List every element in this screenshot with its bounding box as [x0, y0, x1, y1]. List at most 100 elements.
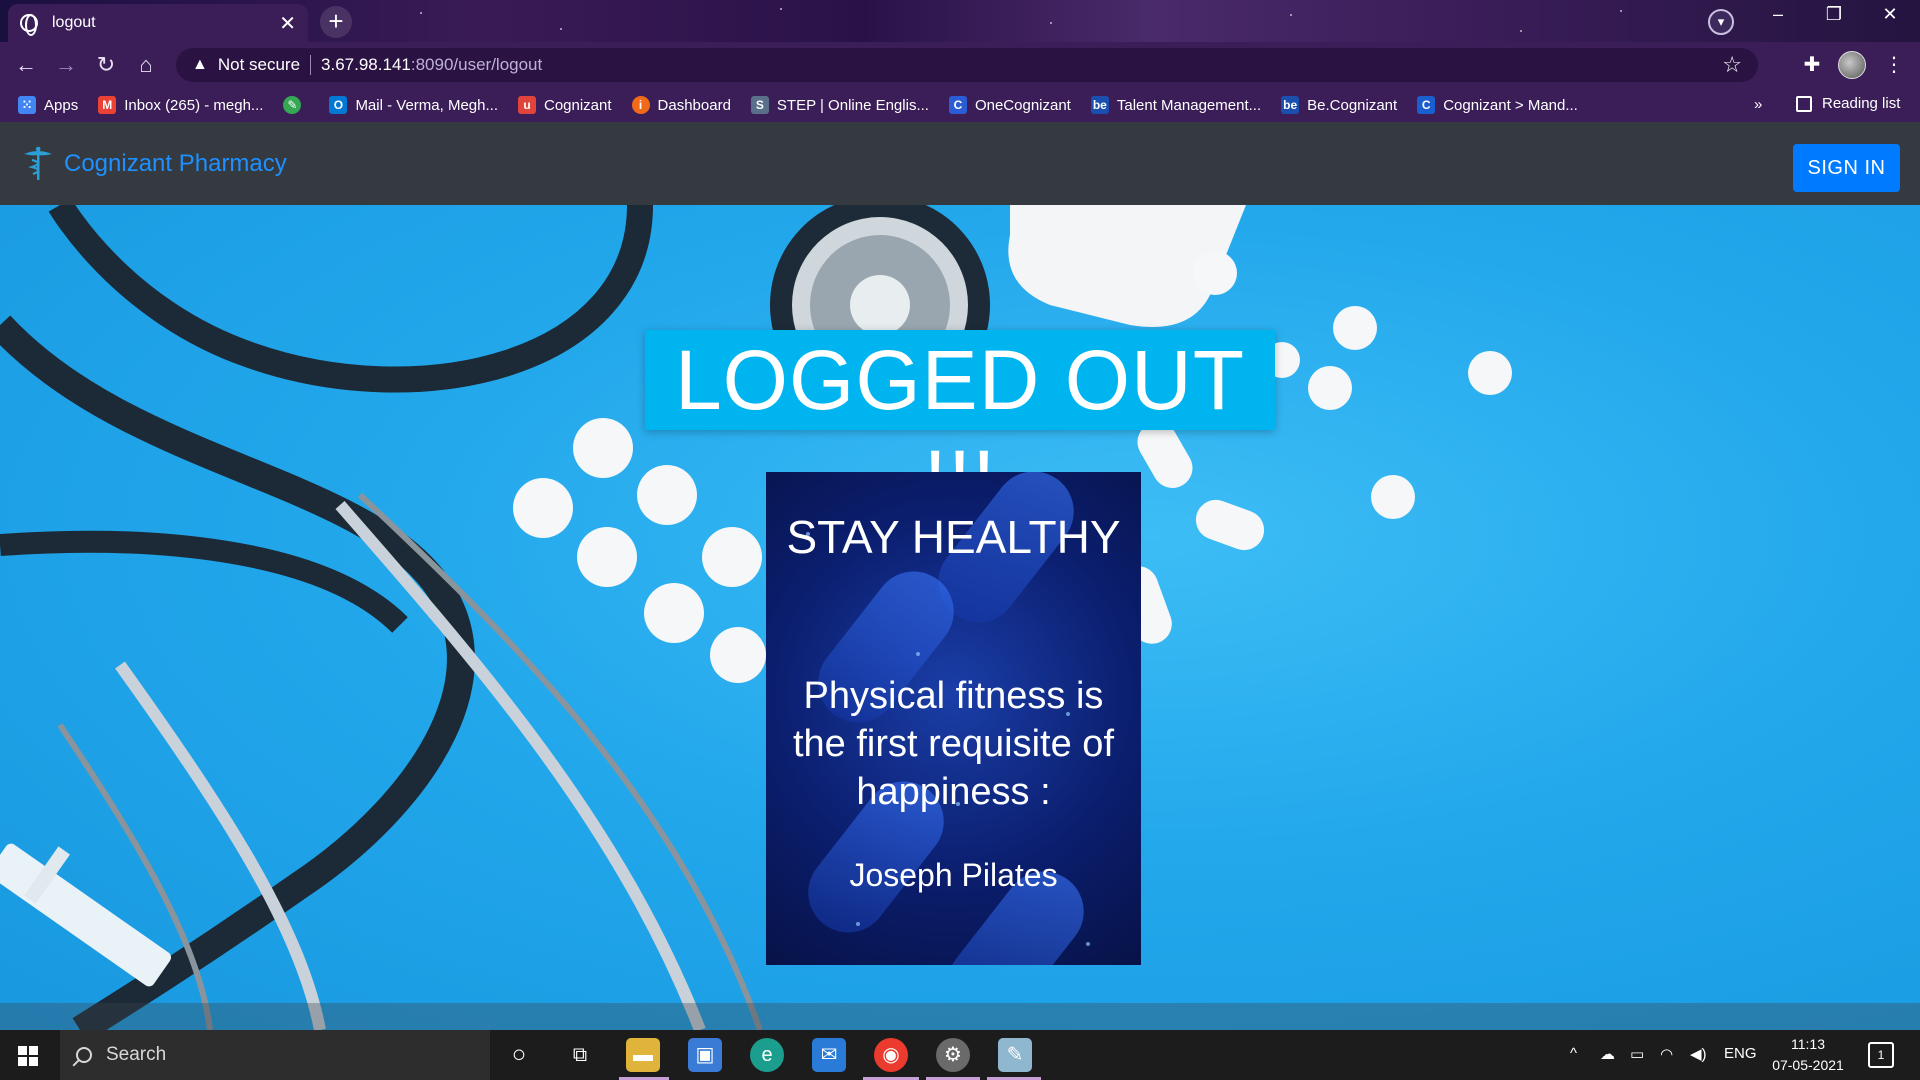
windows-start-icon[interactable]: [18, 1046, 38, 1066]
profile-avatar[interactable]: [1838, 51, 1866, 79]
decorative-star: [780, 8, 782, 10]
bookmark-label: Apps: [44, 96, 79, 114]
logged-out-headline: LOGGED OUT !!!: [645, 330, 1275, 527]
be-icon: be: [1090, 96, 1109, 114]
task-view-icon[interactable]: ⧉: [563, 1038, 597, 1072]
bookmark-dashboard[interactable]: i Dashboard: [631, 96, 731, 114]
windows-taskbar: Search ○ ⧉ ▬ ▣ e ✉ ◉ ⚙ ✎ ^ ☁ ▭ ◠ ◀) ENG …: [0, 1030, 1920, 1080]
forward-arrow-icon[interactable]: →: [50, 49, 82, 81]
bookmark-be-cognizant[interactable]: be Be.Cognizant: [1281, 96, 1397, 114]
web-page: Cognizant Pharmacy SIGN IN LOGGED OUT ST…: [0, 122, 1920, 1030]
card-quote: Physical fitness is the first requisite …: [792, 675, 1115, 813]
home-icon[interactable]: ⌂: [130, 49, 162, 81]
bookmark-mail-verma[interactable]: O Mail - Verma, Megh...: [329, 96, 498, 114]
bookmark-label: Cognizant: [543, 96, 612, 114]
clock-time: 11:13: [1791, 1036, 1825, 1052]
new-tab-button[interactable]: +: [320, 6, 352, 38]
app-navbar: Cognizant Pharmacy SIGN IN: [0, 122, 1920, 205]
onedrive-cloud-icon[interactable]: ☁: [1600, 1045, 1615, 1063]
bookmark-label: Cognizant > Mand...: [1443, 96, 1578, 114]
tab-search-icon[interactable]: ▾: [1708, 9, 1734, 35]
extensions-puzzle-icon[interactable]: ✚: [1798, 51, 1826, 79]
bookmark-cognizant-mand[interactable]: C Cognizant > Mand...: [1417, 96, 1578, 114]
health-quote-card: STAY HEALTHY Physical fitness is the fir…: [766, 472, 1141, 965]
microsoft-store-icon[interactable]: ▣: [688, 1038, 722, 1072]
show-hidden-icons-chevron[interactable]: ^: [1570, 1045, 1577, 1062]
settings-gear-icon[interactable]: ⚙: [936, 1038, 970, 1072]
volume-icon[interactable]: ◀): [1690, 1045, 1707, 1063]
reload-icon[interactable]: ↻: [90, 49, 122, 81]
card-author: Joseph Pilates: [849, 857, 1058, 893]
bookmarks-overflow-button[interactable]: »: [1754, 96, 1762, 113]
edge-browser-icon[interactable]: e: [750, 1038, 784, 1072]
battery-icon[interactable]: ▭: [1630, 1045, 1644, 1063]
bookmark-talent-management[interactable]: be Talent Management...: [1090, 96, 1262, 114]
not-secure-label: Not secure: [217, 55, 301, 74]
chrome-icon[interactable]: ◉: [874, 1038, 908, 1072]
brand-link[interactable]: Cognizant Pharmacy: [20, 146, 287, 182]
globe-icon: [20, 14, 38, 36]
decorative-molecule-dot: [856, 922, 860, 926]
browser-toolbar: ← → ↻ ⌂ ▲ Not secure 3.67.98.141 :8090/u…: [0, 42, 1920, 88]
brand-name: Cognizant Pharmacy: [64, 150, 287, 177]
url-path: :8090/user/logout: [410, 55, 543, 74]
tab-title: logout: [52, 14, 96, 31]
wifi-icon[interactable]: ◠: [1660, 1045, 1673, 1063]
close-tab-icon[interactable]: ✕: [279, 11, 296, 36]
notepad-icon[interactable]: ✎: [998, 1038, 1032, 1072]
cortana-icon[interactable]: ○: [502, 1038, 536, 1072]
reading-list-button[interactable]: Reading list: [1796, 95, 1900, 112]
sign-in-button[interactable]: SIGN IN: [1793, 144, 1900, 192]
reading-list-icon: [1796, 95, 1812, 112]
decorative-star: [1620, 10, 1622, 12]
decorative-star: [560, 28, 562, 30]
bookmark-label: Be.Cognizant: [1307, 96, 1398, 114]
caduceus-logo-icon: [24, 146, 52, 180]
search-icon: [76, 1047, 92, 1063]
bookmark-apps[interactable]: ⁙ Apps: [18, 96, 78, 114]
decorative-star: [1520, 30, 1522, 32]
url-host: 3.67.98.141: [321, 55, 411, 74]
bookmark-label: Dashboard: [657, 96, 731, 114]
bookmark-label: Mail - Verma, Megh...: [355, 96, 498, 114]
taskbar-clock[interactable]: 11:13 07-05-2021: [1768, 1034, 1848, 1076]
bookmark-green-leaf[interactable]: ✎: [283, 96, 309, 114]
search-placeholder: Search: [106, 1044, 167, 1065]
green-leaf-icon: ✎: [283, 96, 302, 114]
card-title: STAY HEALTHY: [786, 511, 1121, 563]
dashboard-icon: i: [631, 96, 650, 114]
onecognizant-icon: C: [948, 96, 967, 114]
bookmark-star-icon[interactable]: ☆: [1722, 52, 1742, 78]
address-bar[interactable]: ▲ Not secure 3.67.98.141 :8090/user/logo…: [176, 48, 1758, 82]
decorative-star: [420, 12, 422, 14]
file-explorer-icon[interactable]: ▬: [626, 1038, 660, 1072]
mail-icon[interactable]: ✉: [812, 1038, 846, 1072]
minimize-window-button[interactable]: –: [1758, 4, 1798, 25]
browser-menu-icon[interactable]: ⋮: [1880, 51, 1908, 79]
outlook-icon: O: [329, 96, 348, 114]
decorative-molecule-dot: [1086, 942, 1090, 946]
bookmark-label: Talent Management...: [1116, 96, 1262, 114]
browser-title-bar: logout ✕ + ▾ – ❐ ✕: [0, 0, 1920, 42]
bookmark-onecognizant[interactable]: C OneCognizant: [948, 96, 1071, 114]
close-window-button[interactable]: ✕: [1870, 4, 1910, 25]
step-icon: S: [750, 96, 769, 114]
clock-date: 07-05-2021: [1772, 1057, 1844, 1073]
address-separator: [310, 55, 312, 75]
bookmark-label: OneCognizant: [974, 96, 1071, 114]
language-indicator[interactable]: ENG: [1724, 1045, 1757, 1062]
hero-background: LOGGED OUT !!! STAY HEALTHY Physical fit…: [0, 205, 1920, 1030]
be-icon: be: [1281, 96, 1300, 114]
bookmark-cognizant[interactable]: u Cognizant: [517, 96, 612, 114]
browser-tab-active[interactable]: logout ✕: [8, 4, 308, 42]
bookmark-inbox[interactable]: M Inbox (265) - megh...: [98, 96, 263, 114]
apps-grid-icon: ⁙: [18, 96, 36, 114]
cognizant-c-icon: C: [1417, 96, 1436, 114]
taskbar-search[interactable]: Search: [60, 1030, 490, 1080]
decorative-star: [1290, 14, 1292, 16]
notification-center-icon[interactable]: 1: [1868, 1042, 1894, 1068]
bookmark-step[interactable]: S STEP | Online Englis...: [750, 96, 929, 114]
gmail-icon: M: [98, 96, 117, 114]
back-arrow-icon[interactable]: ←: [10, 49, 42, 81]
restore-window-button[interactable]: ❐: [1814, 4, 1854, 25]
